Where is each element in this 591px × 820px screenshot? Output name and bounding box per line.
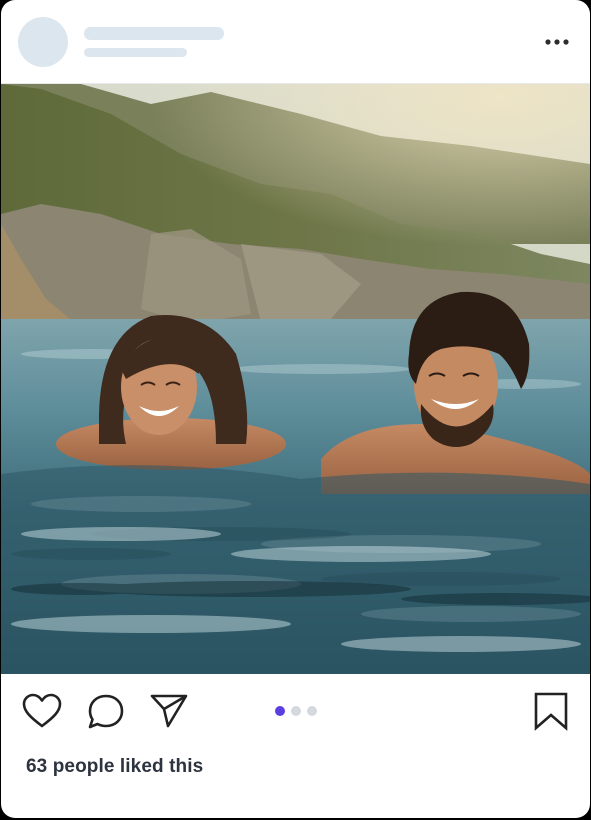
- photo-illustration: [1, 84, 590, 674]
- likes-count[interactable]: 63 people liked this: [26, 756, 203, 778]
- avatar[interactable]: [18, 17, 68, 67]
- carousel-dot[interactable]: [275, 706, 285, 716]
- send-icon[interactable]: [149, 692, 189, 730]
- comment-icon[interactable]: [86, 692, 126, 732]
- more-horizontal-icon[interactable]: [539, 32, 575, 52]
- post-photo[interactable]: [1, 84, 590, 674]
- carousel-indicator: [275, 706, 317, 716]
- bookmark-icon[interactable]: [532, 691, 570, 731]
- subtitle-placeholder: [84, 48, 187, 57]
- post-card: 63 people liked this: [1, 0, 590, 818]
- carousel-dot[interactable]: [291, 706, 301, 716]
- post-header: [1, 0, 590, 84]
- post-actions: 63 people liked this: [1, 674, 590, 818]
- heart-icon[interactable]: [21, 692, 63, 730]
- carousel-dot[interactable]: [307, 706, 317, 716]
- username-placeholder: [84, 27, 224, 40]
